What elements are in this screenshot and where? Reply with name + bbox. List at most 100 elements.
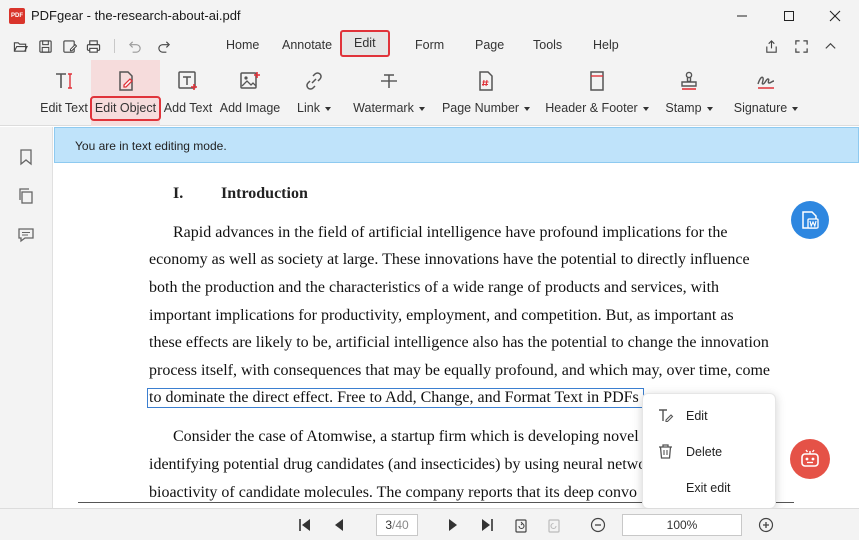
edit-object-icon	[115, 70, 137, 92]
chevron-down-icon	[792, 106, 799, 111]
header-footer-icon	[586, 70, 608, 92]
last-page-icon[interactable]	[478, 516, 496, 534]
navigation-bar: 3/40 100%	[0, 508, 859, 540]
tab-help[interactable]: Help	[593, 38, 619, 52]
banner-text: You are in text editing mode.	[75, 139, 227, 153]
quick-access-divider	[114, 39, 115, 53]
chevron-down-icon	[324, 106, 331, 111]
watermark-label: Watermark	[350, 101, 428, 115]
window-title: PDFgear - the-research-about-ai.pdf	[31, 8, 241, 23]
editing-mode-banner: You are in text editing mode.	[54, 127, 859, 163]
pdfgear-logo-icon: PDF	[9, 8, 25, 24]
edit-toolbar: Edit Text Edit Object Add Text Add Image	[0, 60, 859, 126]
pdf-to-word-icon	[802, 211, 819, 229]
signature-icon	[755, 70, 777, 92]
left-sidebar	[0, 127, 53, 540]
add-image-label: Add Image	[219, 101, 281, 115]
redo-icon[interactable]	[156, 38, 172, 54]
edit-object-highlight	[90, 96, 161, 121]
add-image-icon	[239, 70, 261, 92]
signature-button[interactable]: Signature	[732, 60, 800, 126]
watermark-button[interactable]: Watermark	[350, 60, 428, 126]
comments-icon[interactable]	[17, 226, 35, 244]
chevron-down-icon	[418, 106, 425, 111]
watermark-icon	[378, 70, 400, 92]
stamp-icon	[678, 70, 700, 92]
page-number-icon	[475, 70, 497, 92]
tab-edit[interactable]: Edit	[340, 30, 390, 57]
paragraph-line: economy as well as society at large. The…	[149, 251, 750, 268]
current-page: 3	[385, 518, 392, 532]
context-menu-edit[interactable]: Edit	[643, 401, 777, 431]
add-text-icon	[177, 70, 199, 92]
tab-form[interactable]: Form	[415, 38, 444, 52]
paragraph-line: identifying potential drug candidates (a…	[149, 456, 647, 473]
context-menu-exit-edit-label: Exit edit	[686, 481, 731, 495]
chevron-down-icon	[524, 106, 531, 111]
ai-assistant-button[interactable]	[790, 439, 830, 479]
tab-annotate[interactable]: Annotate	[282, 38, 332, 52]
trash-icon	[657, 443, 674, 460]
add-text-label: Add Text	[163, 101, 213, 115]
menu-row: Home Annotate Edit Form Page Tools Help	[0, 30, 859, 60]
rotate-page-icon[interactable]	[512, 516, 530, 534]
context-menu: Edit Delete Exit edit	[642, 393, 776, 509]
previous-page-icon[interactable]	[330, 516, 348, 534]
collapse-ribbon-icon[interactable]	[822, 38, 838, 54]
page-number-field[interactable]: 3/40	[376, 514, 418, 536]
paragraph-line: process itself, with consequences that m…	[149, 362, 770, 379]
text-selection-box[interactable]	[147, 388, 644, 408]
next-page-icon[interactable]	[444, 516, 462, 534]
minimize-button[interactable]	[719, 0, 765, 32]
header-footer-label: Header & Footer	[543, 101, 651, 115]
print-icon[interactable]	[85, 38, 101, 54]
text-cursor-icon	[53, 70, 75, 92]
close-button[interactable]	[812, 0, 858, 32]
thumbnails-icon[interactable]	[17, 187, 35, 205]
tab-page[interactable]: Page	[475, 38, 504, 52]
stamp-label: Stamp	[663, 101, 715, 115]
add-text-button[interactable]: Add Text	[163, 60, 213, 126]
tab-tools[interactable]: Tools	[533, 38, 562, 52]
tab-home[interactable]: Home	[226, 38, 259, 52]
edit-text-icon	[657, 407, 674, 424]
paragraph-line: Rapid advances in the field of artificia…	[173, 224, 728, 241]
section-heading: Introduction	[221, 185, 308, 202]
zoom-out-icon[interactable]	[589, 516, 607, 534]
paragraph-line: Consider the case of Atomwise, a startup…	[173, 428, 639, 445]
share-icon[interactable]	[761, 38, 781, 54]
context-menu-edit-label: Edit	[686, 409, 708, 423]
edit-object-button[interactable]: Edit Object	[90, 60, 161, 126]
open-folder-icon[interactable]	[12, 38, 28, 54]
chevron-down-icon	[706, 106, 713, 111]
page-number-button[interactable]: Page Number	[440, 60, 532, 126]
link-button[interactable]: Link	[292, 60, 336, 126]
signature-label: Signature	[732, 101, 800, 115]
undo-icon[interactable]	[126, 38, 142, 54]
pdfgear-window: PDF PDFgear - the-research-about-ai.pdf	[0, 0, 859, 540]
title-bar: PDF PDFgear - the-research-about-ai.pdf	[0, 0, 859, 32]
context-menu-exit-edit[interactable]: Exit edit	[643, 473, 777, 503]
section-number: I.	[173, 185, 184, 202]
fullscreen-icon[interactable]	[793, 38, 809, 54]
convert-to-word-button[interactable]	[791, 201, 829, 239]
edit-text-button[interactable]: Edit Text	[38, 60, 90, 126]
zoom-in-icon[interactable]	[757, 516, 775, 534]
robot-icon	[801, 449, 819, 467]
save-icon[interactable]	[37, 38, 53, 54]
maximize-button[interactable]	[766, 0, 812, 32]
total-pages: /40	[392, 518, 409, 532]
rotate-clockwise-icon[interactable]	[545, 516, 563, 534]
context-menu-delete[interactable]: Delete	[643, 437, 777, 467]
stamp-button[interactable]: Stamp	[663, 60, 715, 126]
bookmark-icon[interactable]	[17, 148, 35, 166]
header-footer-button[interactable]: Header & Footer	[543, 60, 651, 126]
paragraph-line: bioactivity of candidate molecules. The …	[149, 484, 637, 501]
add-image-button[interactable]: Add Image	[219, 60, 281, 126]
link-label: Link	[292, 101, 336, 115]
paragraph-line: important implications for productivity,…	[149, 307, 734, 324]
zoom-field[interactable]: 100%	[622, 514, 742, 536]
paragraph-line: these effects are likely to be, artifici…	[149, 334, 769, 351]
first-page-icon[interactable]	[296, 516, 314, 534]
save-as-icon[interactable]	[61, 38, 77, 54]
